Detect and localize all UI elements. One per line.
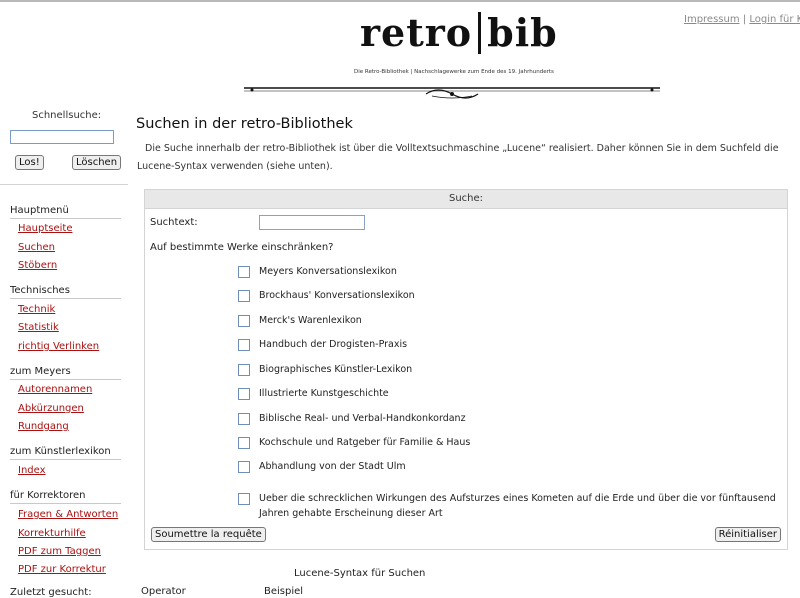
nav-heading-line xyxy=(10,459,121,460)
search-text-input[interactable] xyxy=(259,215,365,230)
intro-text: Die Suche innerhalb der retro-Bibliothek… xyxy=(137,143,779,172)
work-label: Abhandlung von der Stadt Ulm xyxy=(259,461,406,472)
search-form-header: Suche: xyxy=(145,190,787,209)
nav-heading-korrektoren: für Korrektoren xyxy=(10,490,86,501)
work-label: Meyers Konversationslexikon xyxy=(259,266,397,277)
nav-link-index[interactable]: Index xyxy=(18,465,46,476)
work-label: Biblische Real- und Verbal-Handkonkordan… xyxy=(259,413,466,424)
work-checkbox[interactable] xyxy=(238,413,250,425)
work-label: Biographisches Künstler-Lexikon xyxy=(259,364,413,375)
search-form: Suche: Suchtext: Auf bestimmte Werke ein… xyxy=(144,189,788,550)
nav-link-technik[interactable]: Technik xyxy=(18,304,55,315)
nav-link-abkuerzungen[interactable]: Abkürzungen xyxy=(18,403,84,414)
work-label: Kochschule und Ratgeber für Familie & Ha… xyxy=(259,437,471,448)
quick-search-input[interactable] xyxy=(10,130,114,144)
work-checkbox[interactable] xyxy=(238,290,250,302)
quick-search-clear-button[interactable]: Löschen xyxy=(72,155,122,170)
work-checkbox[interactable] xyxy=(238,437,250,449)
nav-heading-technisches: Technisches xyxy=(10,285,70,296)
work-checkbox[interactable] xyxy=(238,388,250,400)
nav-heading-meyers: zum Meyers xyxy=(10,366,71,377)
nav-link-rundgang[interactable]: Rundgang xyxy=(18,421,69,432)
nav-link-statistik[interactable]: Statistik xyxy=(18,322,59,333)
last-searched-heading: Zuletzt gesucht: xyxy=(10,587,92,598)
nav-link-pdf-taggen[interactable]: PDF zum Taggen xyxy=(18,546,101,557)
work-checkbox[interactable] xyxy=(238,315,250,327)
login-link[interactable]: Login für Kor xyxy=(749,14,800,25)
work-checkbox[interactable] xyxy=(238,493,250,505)
nav-link-fragen-antworten[interactable]: Fragen & Antworten xyxy=(18,509,118,520)
nav-heading-line xyxy=(10,298,121,299)
window-top-border xyxy=(0,0,800,2)
site-tagline: Die Retro-Bibliothek | Nachschlagewerke … xyxy=(354,69,554,75)
submit-search-button[interactable]: Soumettre la requête xyxy=(151,527,266,542)
nav-heading-line xyxy=(10,503,121,504)
nav-link-richtig-verlinken[interactable]: richtig Verlinken xyxy=(18,341,99,352)
work-checkbox[interactable] xyxy=(238,364,250,376)
nav-heading-line xyxy=(10,218,121,219)
work-label: Handbuch der Drogisten-Praxis xyxy=(259,339,408,350)
nav-link-stoebern[interactable]: Stöbern xyxy=(18,260,57,271)
logo-text-right: bib xyxy=(487,10,558,55)
reset-search-button[interactable]: Réinitialiser xyxy=(714,527,781,542)
logo-bar xyxy=(478,12,482,54)
lucene-syntax-heading: Lucene-Syntax für Suchen xyxy=(294,568,426,579)
link-separator: | xyxy=(742,14,747,25)
sidebar-divider xyxy=(0,184,128,185)
nav-link-korrekturhilfe[interactable]: Korrekturhilfe xyxy=(18,528,86,539)
logo-text-left: retro xyxy=(360,10,473,55)
nav-link-hauptseite[interactable]: Hauptseite xyxy=(18,223,72,234)
lucene-col-example: Beispiel xyxy=(264,586,304,597)
quick-search-go-button[interactable]: Los! xyxy=(15,155,44,170)
lucene-col-operator: Operator xyxy=(141,586,186,597)
nav-heading-kuenstlerlexikon: zum Künstlerlexikon xyxy=(10,446,111,457)
nav-link-autorennamen[interactable]: Autorennamen xyxy=(18,384,92,395)
nav-link-pdf-korrektur[interactable]: PDF zur Korrektur xyxy=(18,564,106,575)
site-logo[interactable]: retro bib xyxy=(360,10,558,55)
nav-heading-line xyxy=(10,379,121,380)
work-label: Ueber die schrecklichen Wirkungen des Au… xyxy=(259,493,776,519)
nav-heading-hauptmenue: Hauptmenü xyxy=(10,205,69,216)
ornament-divider xyxy=(244,87,660,99)
work-label: Illustrierte Kunstgeschichte xyxy=(259,388,389,399)
work-checkbox[interactable] xyxy=(238,339,250,351)
top-links: Impressum | Login für Kor xyxy=(684,14,800,25)
search-text-label: Suchtext: xyxy=(150,217,198,228)
restrict-works-label: Auf bestimmte Werke einschränken? xyxy=(150,242,334,253)
page-title: Suchen in der retro-Bibliothek xyxy=(136,116,353,132)
impressum-link[interactable]: Impressum xyxy=(684,14,740,25)
work-checkbox[interactable] xyxy=(238,266,250,278)
quick-search-label: Schnellsuche: xyxy=(32,110,102,121)
work-checkbox[interactable] xyxy=(238,461,250,473)
nav-link-suchen[interactable]: Suchen xyxy=(18,242,55,253)
work-label: Brockhaus' Konversationslexikon xyxy=(259,290,415,301)
work-label: Merck's Warenlexikon xyxy=(259,315,362,326)
